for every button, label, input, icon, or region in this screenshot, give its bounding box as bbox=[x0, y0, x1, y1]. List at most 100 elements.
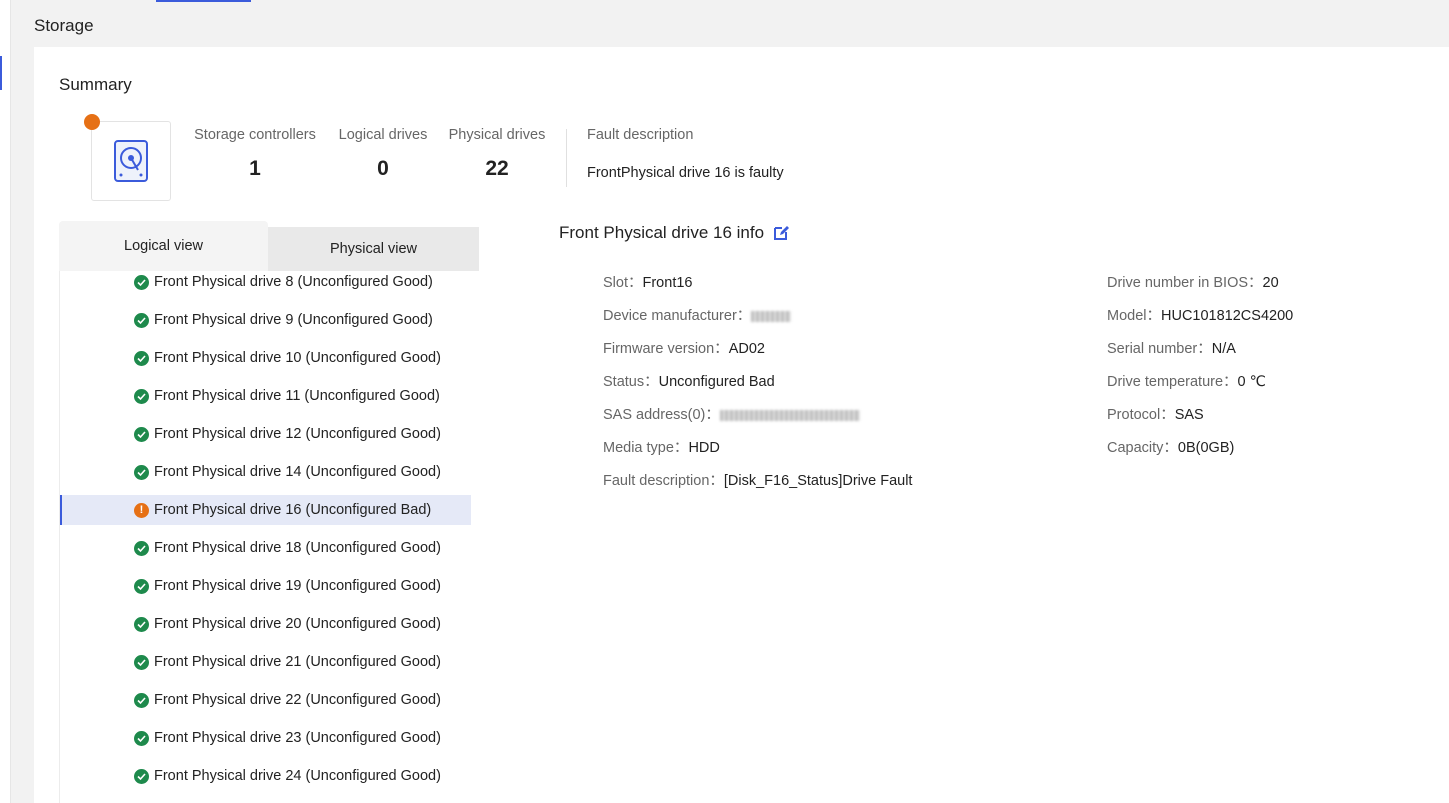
status-ok-icon bbox=[134, 388, 149, 404]
sidebar-active-marker bbox=[0, 56, 2, 90]
drive-list-item[interactable]: Front Physical drive 24 (Unconfigured Go… bbox=[60, 761, 469, 791]
status-ok-icon bbox=[134, 540, 149, 556]
fault-description-text: FrontPhysical drive 16 is faulty bbox=[587, 165, 784, 181]
drive-info-row: SAS address(0)： bbox=[603, 403, 860, 424]
info-key: Fault description： bbox=[603, 473, 724, 489]
status-ok-icon bbox=[134, 654, 149, 670]
drive-list-item[interactable]: Front Physical drive 22 (Unconfigured Go… bbox=[60, 685, 469, 715]
info-value: Front16 bbox=[642, 275, 693, 291]
drive-list-item-label: Front Physical drive 21 (Unconfigured Go… bbox=[154, 654, 441, 670]
drive-list-item[interactable]: Front Physical drive 14 (Unconfigured Go… bbox=[60, 457, 469, 487]
status-ok-icon bbox=[134, 692, 149, 708]
summary-title: Summary bbox=[59, 75, 132, 94]
drive-info-row: Serial number：N/A bbox=[1107, 337, 1236, 358]
info-value: SAS bbox=[1174, 407, 1204, 423]
info-value: 0B(0GB) bbox=[1177, 440, 1235, 456]
drive-info-row: Drive temperature：0 ℃ bbox=[1107, 370, 1266, 391]
tab-physical-view[interactable]: Physical view bbox=[268, 227, 479, 271]
left-sidebar-rail bbox=[0, 0, 11, 803]
drive-list-item-label: Front Physical drive 9 (Unconfigured Goo… bbox=[154, 312, 433, 328]
drive-list-item[interactable]: Front Physical drive 18 (Unconfigured Go… bbox=[60, 533, 469, 563]
stat-value: 22 bbox=[485, 157, 509, 180]
info-value: HDD bbox=[688, 440, 720, 456]
drive-list-item[interactable]: ! Front Physical drive 16 (Unconfigured B… bbox=[60, 495, 471, 525]
stat-label: Physical drives bbox=[448, 127, 546, 143]
status-ok-icon bbox=[134, 730, 149, 746]
stat-physical-drives: Physical drives 22 bbox=[448, 127, 546, 181]
drive-list-item-label: Front Physical drive 10 (Unconfigured Go… bbox=[154, 350, 441, 366]
drive-list-item-label: Front Physical drive 24 (Unconfigured Go… bbox=[154, 768, 441, 784]
status-ok-icon bbox=[134, 274, 149, 290]
info-key: Device manufacturer： bbox=[603, 308, 752, 324]
drive-info-row: Firmware version：AD02 bbox=[603, 337, 765, 358]
status-ok-icon bbox=[134, 350, 149, 366]
info-key: Capacity： bbox=[1107, 440, 1178, 456]
info-value: Unconfigured Bad bbox=[658, 374, 775, 390]
info-value: N/A bbox=[1211, 341, 1236, 357]
stat-label: Logical drives bbox=[338, 127, 428, 143]
hdd-summary-tile bbox=[91, 121, 171, 201]
edit-icon[interactable] bbox=[773, 225, 790, 241]
drive-list-item-label: Front Physical drive 8 (Unconfigured Goo… bbox=[154, 274, 433, 290]
info-key: Slot： bbox=[603, 275, 643, 291]
drive-list-item[interactable]: Front Physical drive 21 (Unconfigured Go… bbox=[60, 647, 469, 677]
drive-info-row: Model：HUC101812CS4200 bbox=[1107, 304, 1293, 325]
drive-info-title: Front Physical drive 16 info bbox=[559, 223, 765, 242]
drive-list-item[interactable]: Front Physical drive 10 (Unconfigured Go… bbox=[60, 343, 469, 373]
drive-list-item-label: Front Physical drive 22 (Unconfigured Go… bbox=[154, 692, 441, 708]
drive-info-row: Slot：Front16 bbox=[603, 271, 692, 292]
summary-divider bbox=[566, 129, 567, 187]
drive-list-item[interactable]: Front Physical drive 8 (Unconfigured Goo… bbox=[60, 271, 469, 297]
drive-list-item[interactable]: Front Physical drive 19 (Unconfigured Go… bbox=[60, 571, 469, 601]
status-ok-icon bbox=[134, 426, 149, 442]
drive-info-row: Drive number in BIOS：20 bbox=[1107, 271, 1279, 292]
drive-list-item-label: Front Physical drive 19 (Unconfigured Go… bbox=[154, 578, 441, 594]
redacted-value bbox=[751, 310, 792, 322]
info-key: Protocol： bbox=[1107, 407, 1175, 423]
drive-info-row: Media type：HDD bbox=[603, 436, 720, 457]
drive-list-item[interactable]: Front Physical drive 23 (Unconfigured Go… bbox=[60, 723, 469, 753]
info-value: 0 ℃ bbox=[1237, 374, 1266, 390]
drive-tree-list[interactable]: ▲ Front Physical drive 8 (Unconfigured G… bbox=[59, 271, 480, 803]
info-value: AD02 bbox=[728, 341, 765, 357]
stat-logical-drives: Logical drives 0 bbox=[336, 127, 430, 181]
info-value: 20 bbox=[1262, 275, 1279, 291]
info-key: Media type： bbox=[603, 440, 689, 456]
info-key: Drive number in BIOS： bbox=[1107, 275, 1263, 291]
drive-list-item[interactable]: Front Physical drive 9 (Unconfigured Goo… bbox=[60, 305, 469, 335]
drive-info-row: Capacity：0B(0GB) bbox=[1107, 436, 1234, 457]
fault-description-label: Fault description bbox=[587, 127, 694, 143]
status-ok-icon bbox=[134, 578, 149, 594]
info-key: Status： bbox=[603, 374, 659, 390]
hard-drive-icon bbox=[114, 140, 148, 182]
drive-info-row: Protocol：SAS bbox=[1107, 403, 1204, 424]
drive-info-row: Status：Unconfigured Bad bbox=[603, 370, 775, 391]
tab-logical-view[interactable]: Logical view bbox=[59, 221, 268, 271]
drive-list-item-label: Front Physical drive 23 (Unconfigured Go… bbox=[154, 730, 441, 746]
drive-info-row: Device manufacturer： bbox=[603, 304, 792, 325]
storage-panel: Summary Storage controllers 1 Logical dr… bbox=[34, 47, 1449, 803]
drive-list-item-label: Front Physical drive 18 (Unconfigured Go… bbox=[154, 540, 441, 556]
active-nav-tab-indicator bbox=[156, 0, 251, 2]
redacted-value bbox=[719, 409, 860, 421]
drive-list-item[interactable]: Front Physical drive 20 (Unconfigured Go… bbox=[60, 609, 469, 639]
status-ok-icon bbox=[134, 464, 149, 480]
drive-info-row: Fault description：[Disk_F16_Status]Drive… bbox=[603, 469, 912, 490]
drive-list-item[interactable]: Front Physical drive 11 (Unconfigured Go… bbox=[60, 381, 469, 411]
drive-list-item[interactable]: Front Physical drive 12 (Unconfigured Go… bbox=[60, 419, 469, 449]
stat-value: 0 bbox=[377, 157, 389, 180]
drive-list-item-label: Front Physical drive 12 (Unconfigured Go… bbox=[154, 426, 441, 442]
drive-list-item-label: Front Physical drive 16 (Unconfigured Ba… bbox=[154, 502, 432, 518]
status-ok-icon bbox=[134, 768, 149, 784]
view-tabs: Logical view Physical view bbox=[59, 221, 479, 271]
info-value: HUC101812CS4200 bbox=[1161, 308, 1294, 324]
page-title: Storage bbox=[34, 16, 94, 35]
info-key: Model： bbox=[1107, 308, 1161, 324]
stat-storage-controllers: Storage controllers 1 bbox=[191, 127, 319, 181]
drive-list-item-label: Front Physical drive 14 (Unconfigured Go… bbox=[154, 464, 441, 480]
info-key: Serial number： bbox=[1107, 341, 1212, 357]
status-warning-icon: ! bbox=[134, 502, 149, 518]
info-key: Firmware version： bbox=[603, 341, 729, 357]
drive-list-item-label: Front Physical drive 20 (Unconfigured Go… bbox=[154, 616, 441, 632]
drive-info-header: Front Physical drive 16 info bbox=[559, 223, 790, 243]
